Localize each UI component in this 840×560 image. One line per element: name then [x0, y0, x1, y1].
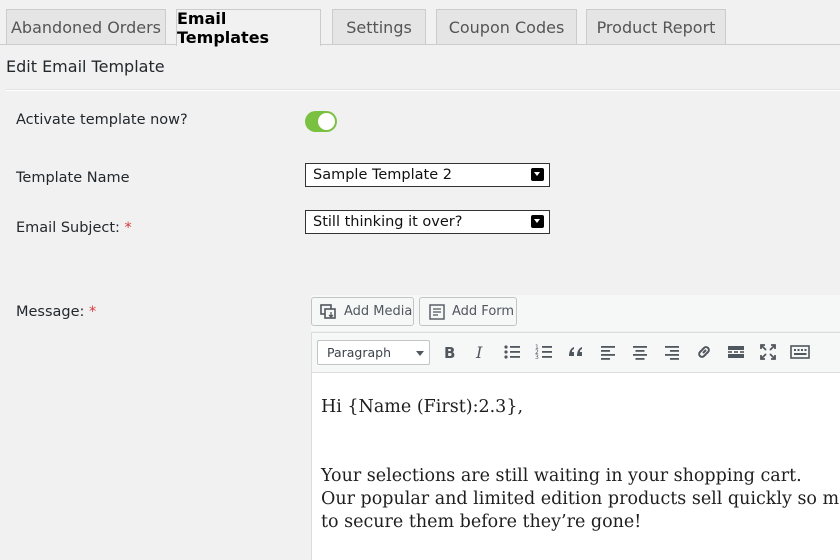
heading-divider	[6, 89, 840, 91]
template-name-value: Sample Template 2	[313, 167, 452, 183]
add-media-label: Add Media	[344, 304, 413, 319]
template-name-label: Template Name	[16, 170, 130, 186]
chevron-down-icon	[531, 215, 544, 228]
message-label: Message: *	[16, 304, 96, 320]
template-name-select[interactable]: Sample Template 2	[305, 163, 550, 187]
email-subject-label: Email Subject: *	[16, 220, 132, 236]
message-line: Our popular and limited edition products…	[321, 489, 840, 509]
tab-label: Product Report	[596, 18, 716, 37]
format-value: Paragraph	[327, 345, 392, 360]
tab-label: Coupon Codes	[448, 18, 565, 37]
link-icon[interactable]	[694, 342, 714, 362]
tab-label: Email Templates	[177, 9, 270, 47]
required-marker: *	[89, 304, 97, 320]
message-label-text: Message:	[16, 304, 85, 320]
message-line: Your selections are still waiting in you…	[321, 466, 802, 486]
fullscreen-icon[interactable]	[758, 342, 778, 362]
format-select[interactable]: Paragraph	[317, 340, 430, 365]
message-line-greeting: Hi {Name (First):2.3},	[321, 397, 524, 417]
activate-toggle[interactable]	[305, 111, 337, 132]
blockquote-icon[interactable]	[566, 342, 586, 362]
tab-coupon-codes[interactable]: Coupon Codes	[436, 9, 577, 45]
add-form-button[interactable]: Add Form	[419, 297, 517, 326]
required-marker: *	[124, 220, 132, 236]
tab-label: Settings	[346, 18, 412, 37]
form-icon	[429, 303, 445, 320]
italic-icon[interactable]: I	[470, 342, 490, 362]
chevron-down-icon	[531, 168, 544, 181]
chevron-down-icon	[416, 351, 424, 356]
email-subject-value: Still thinking it over?	[313, 214, 463, 230]
numbered-list-icon[interactable]: 123	[534, 342, 554, 362]
keyboard-icon[interactable]	[790, 342, 810, 362]
media-icon	[320, 303, 336, 319]
email-subject-select[interactable]: Still thinking it over?	[305, 210, 550, 234]
read-more-icon[interactable]	[726, 342, 746, 362]
tab-email-templates[interactable]: Email Templates	[176, 9, 321, 47]
bold-icon[interactable]: B	[439, 342, 459, 362]
align-right-icon[interactable]	[662, 342, 682, 362]
add-form-label: Add Form	[452, 304, 515, 319]
activate-label: Activate template now?	[16, 112, 188, 128]
svg-text:B: B	[444, 344, 455, 362]
add-media-button[interactable]: Add Media	[311, 297, 414, 326]
message-line: to secure them before they’re gone!	[321, 512, 642, 532]
svg-text:I: I	[475, 343, 483, 362]
tab-product-report[interactable]: Product Report	[586, 9, 726, 45]
svg-text:3: 3	[535, 354, 539, 361]
tab-abandoned-orders[interactable]: Abandoned Orders	[6, 9, 166, 45]
tab-settings[interactable]: Settings	[332, 9, 426, 45]
align-center-icon[interactable]	[630, 342, 650, 362]
tab-label: Abandoned Orders	[10, 18, 162, 37]
toggle-knob	[318, 113, 335, 130]
email-subject-label-text: Email Subject:	[16, 220, 120, 236]
page-title: Edit Email Template	[6, 57, 165, 76]
bullet-list-icon[interactable]	[502, 342, 522, 362]
tab-bar: Abandoned Orders Email Templates Setting…	[0, 0, 840, 47]
align-left-icon[interactable]	[598, 342, 618, 362]
